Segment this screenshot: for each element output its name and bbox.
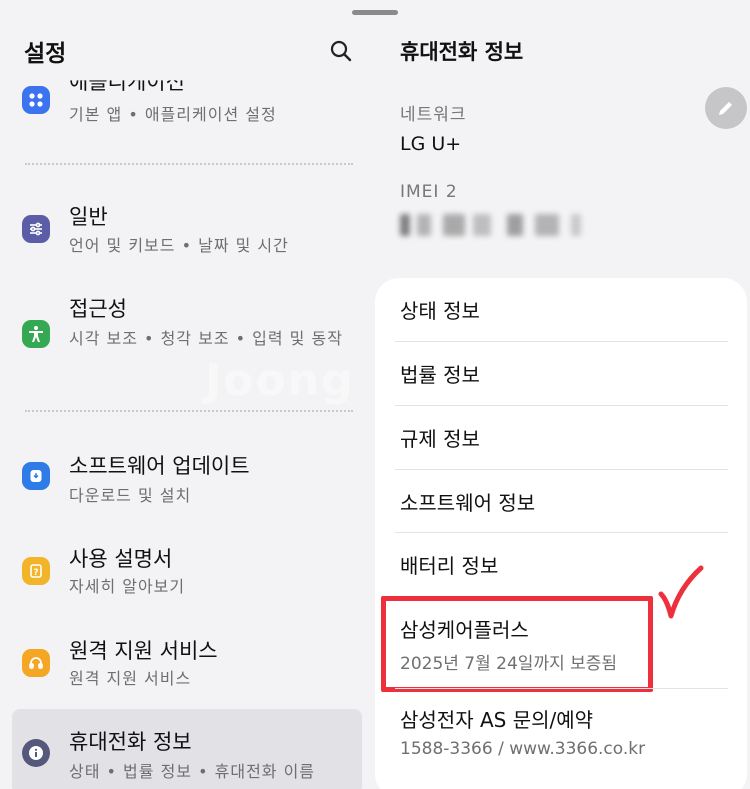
sidebar-item-label: 접근성 — [69, 297, 127, 321]
sidebar-item-sub: 언어 및 키보드 • 날짜 및 시간 — [69, 236, 289, 255]
settings-pane: 설정 애플리케이션 기본 앱 • 애플리케이션 설정 일반 언어 및 키보드 •… — [0, 0, 375, 789]
menu-item-status[interactable]: 상태 정보 — [395, 278, 728, 341]
menu-item-regulatory[interactable]: 규제 정보 — [395, 406, 728, 469]
sidebar-item-accessibility[interactable]: 접근성 시각 보조 • 청각 보조 • 입력 및 동작 — [12, 290, 362, 380]
menu-item-label: 법률 정보 — [400, 363, 480, 387]
edit-button[interactable] — [705, 87, 747, 129]
sidebar-item-label: 원격 지원 서비스 — [69, 639, 218, 663]
sliders-icon — [22, 215, 50, 243]
sidebar-item-general[interactable]: 일반 언어 및 키보드 • 날짜 및 시간 — [12, 195, 362, 270]
sidebar-item-apps[interactable]: 애플리케이션 기본 앱 • 애플리케이션 설정 — [12, 70, 362, 140]
about-phone-pane: 휴대전화 정보 네트워크 LG U+ IMEI 2 상태 정보 법률 정보 규제… — [375, 0, 750, 789]
menu-item-software-info[interactable]: 소프트웨어 정보 — [395, 470, 728, 533]
red-highlight-box — [381, 596, 653, 692]
apps-icon — [22, 86, 50, 114]
sidebar-item-user-manual[interactable]: ? 사용 설명서 자세히 알아보기 — [12, 540, 362, 615]
network-label: 네트워크 — [400, 105, 467, 125]
info-menu-card: 상태 정보 법률 정보 규제 정보 소프트웨어 정보 배터리 정보 삼성케어플러… — [375, 278, 747, 789]
manual-icon: ? — [22, 557, 50, 585]
imei-label: IMEI 2 — [400, 182, 458, 202]
menu-item-label: 규제 정보 — [400, 427, 480, 451]
sidebar-item-label: 애플리케이션 — [69, 70, 185, 94]
divider — [25, 163, 353, 165]
sidebar-item-label: 일반 — [69, 205, 108, 229]
sidebar-item-sub: 다운로드 및 설치 — [69, 486, 192, 505]
menu-item-label: 배터리 정보 — [400, 554, 499, 578]
checkmark-icon — [658, 565, 704, 619]
sidebar-item-remote-support[interactable]: 원격 지원 서비스 원격 지원 서비스 — [12, 632, 362, 707]
sidebar-item-sub: 자세히 알아보기 — [69, 577, 186, 596]
accessibility-icon — [22, 320, 50, 348]
info-icon — [22, 739, 50, 767]
menu-item-legal[interactable]: 법률 정보 — [395, 342, 728, 405]
divider — [25, 410, 353, 412]
sidebar-item-sub: 상태 • 법률 정보 • 휴대전화 이름 — [69, 762, 316, 781]
search-icon[interactable] — [329, 39, 353, 63]
sidebar-item-about-phone[interactable]: 휴대전화 정보 상태 • 법률 정보 • 휴대전화 이름 — [12, 709, 362, 789]
sidebar-item-label: 휴대전화 정보 — [69, 730, 192, 754]
page-title: 설정 — [24, 41, 67, 67]
menu-item-label: 소프트웨어 정보 — [400, 491, 536, 515]
support-contact-text: 1588-3366 / www.3366.co.kr — [400, 739, 646, 759]
divider — [395, 688, 728, 689]
sidebar-item-sub: 원격 지원 서비스 — [69, 669, 192, 688]
sidebar-item-sub: 시각 보조 • 청각 보조 • 입력 및 동작 — [69, 329, 343, 348]
pencil-icon — [719, 102, 732, 115]
menu-item-samsung-as[interactable]: 삼성전자 AS 문의/예약 1588-3366 / www.3366.co.kr — [395, 690, 728, 780]
sidebar-item-label: 소프트웨어 업데이트 — [69, 454, 250, 478]
update-icon — [22, 462, 50, 490]
sidebar-item-label: 사용 설명서 — [69, 547, 173, 571]
svg-text:?: ? — [33, 568, 38, 578]
sidebar-item-software-update[interactable]: 소프트웨어 업데이트 다운로드 및 설치 — [12, 445, 362, 520]
network-value: LG U+ — [400, 133, 462, 155]
sidebar-item-sub: 기본 앱 • 애플리케이션 설정 — [69, 105, 277, 124]
headset-icon — [22, 649, 50, 677]
menu-item-label: 상태 정보 — [400, 299, 480, 323]
detail-title: 휴대전화 정보 — [400, 40, 524, 64]
menu-item-label: 삼성전자 AS 문의/예약 — [400, 708, 594, 732]
